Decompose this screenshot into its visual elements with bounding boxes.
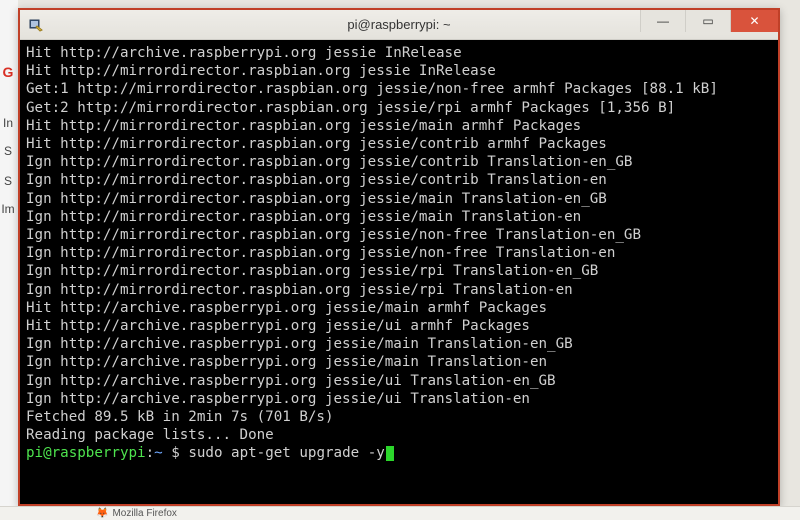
taskbar-item-firefox[interactable]: 🦊 Mozilla Firefox [96,508,177,519]
terminal-line: Hit http://mirrordirector.raspbian.org j… [26,117,772,135]
prompt-path: ~ [154,445,163,461]
prompt-host: raspberrypi [52,445,146,461]
prompt-at: @ [43,445,52,461]
terminal-area[interactable]: Hit http://archive.raspberrypi.org jessi… [20,40,778,504]
terminal-line: Ign http://mirrordirector.raspbian.org j… [26,226,772,244]
terminal-line: Ign http://mirrordirector.raspbian.org j… [26,244,772,262]
terminal-line: Hit http://archive.raspberrypi.org jessi… [26,44,772,62]
titlebar[interactable]: pi@raspberrypi: ~ — ▭ ✕ [20,10,778,40]
bg-hint-sent: S [0,172,16,190]
terminal-line: Ign http://mirrordirector.raspbian.org j… [26,208,772,226]
terminal-line: Get:1 http://mirrordirector.raspbian.org… [26,80,772,98]
terminal-line: Get:2 http://mirrordirector.raspbian.org… [26,99,772,117]
prompt-colon: : [146,445,155,461]
terminal-line: Ign http://archive.raspberrypi.org jessi… [26,353,772,371]
terminal-line: Ign http://mirrordirector.raspbian.org j… [26,153,772,171]
terminal-prompt-line: pi@raspberrypi:~ $ sudo apt-get upgrade … [26,444,772,462]
terminal-line: Ign http://mirrordirector.raspbian.org j… [26,171,772,189]
terminal-line: Hit http://mirrordirector.raspbian.org j… [26,135,772,153]
terminal-line: Ign http://mirrordirector.raspbian.org j… [26,281,772,299]
bg-hint-inbox: In [0,114,16,132]
terminal-line: Ign http://mirrordirector.raspbian.org j… [26,190,772,208]
background-left-sliver: G In S S Im [0,0,18,520]
terminal-line: Ign http://mirrordirector.raspbian.org j… [26,262,772,280]
terminal-line: Hit http://mirrordirector.raspbian.org j… [26,62,772,80]
terminal-line: Hit http://archive.raspberrypi.org jessi… [26,299,772,317]
terminal-line: Ign http://archive.raspberrypi.org jessi… [26,390,772,408]
bg-hint-important: Im [0,200,16,218]
terminal-line: Ign http://archive.raspberrypi.org jessi… [26,335,772,353]
firefox-icon: 🦊 [96,508,108,519]
minimize-button[interactable]: — [640,10,685,32]
prompt-user: pi [26,445,43,461]
taskbar-sliver: 🦊 Mozilla Firefox [0,506,800,520]
maximize-button[interactable]: ▭ [685,10,730,32]
prompt-command: sudo apt-get upgrade -y [188,445,384,461]
close-button[interactable]: ✕ [730,10,778,32]
terminal-line: Ign http://archive.raspberrypi.org jessi… [26,372,772,390]
bg-hint-starred: S [0,142,16,160]
terminal-line: Fetched 89.5 kB in 2min 7s (701 B/s) [26,408,772,426]
terminal-window: pi@raspberrypi: ~ — ▭ ✕ Hit http://archi… [18,8,780,506]
terminal-line: Reading package lists... Done [26,426,772,444]
terminal-cursor [386,446,394,461]
bg-hint-gmail: G [0,62,16,82]
taskbar-item-label: Mozilla Firefox [112,508,176,519]
terminal-line: Hit http://archive.raspberrypi.org jessi… [26,317,772,335]
window-controls: — ▭ ✕ [640,10,778,32]
putty-icon [28,17,44,33]
prompt-dollar: $ [171,445,180,461]
